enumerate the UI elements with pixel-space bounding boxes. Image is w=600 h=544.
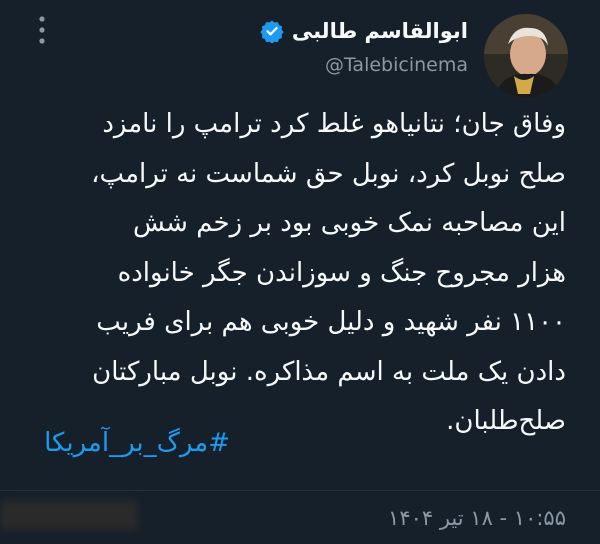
avatar[interactable] (484, 14, 568, 98)
tweet-text-line: وفاق جان؛ نتانیاهو غلط کرد ترامپ را نامز… (102, 109, 566, 139)
hashtag-link[interactable]: #مرگ_بر_آمریکا (44, 428, 230, 458)
tweet-text-line: صلح نوبل کرد، نوبل حق شماست نه ترامپ، (91, 158, 566, 189)
tweet-text-line: هزار مجروح جنگ و سوزاندن جگر خانواده (117, 257, 566, 288)
divider (0, 490, 600, 491)
author-handle[interactable]: @Talebicinema (325, 54, 468, 76)
tweet-text: وفاق جان؛ نتانیاهو غلط کرد ترامپ را نامز… (16, 100, 566, 447)
more-options-icon[interactable] (34, 14, 50, 46)
tweet-text-line: ۱۱۰۰ نفر شهید و دلیل خوبی هم برای فریب (96, 307, 566, 337)
tweet-timestamp[interactable]: ۱۰:۵۵ - ۱۸ تیر ۱۴۰۴ (388, 506, 566, 530)
display-name[interactable]: ابوالقاسم طالبی (292, 19, 468, 43)
tweet-text-line: این مصاحبه نمک خوبی بود بر زخم شش (133, 208, 566, 238)
tweet-card: ابوالقاسم طالبی @Talebicinema وفاق جان؛ … (0, 0, 600, 544)
redacted-area (0, 500, 138, 530)
verified-badge-icon (260, 19, 284, 43)
tweet-text-line: دادن یک ملت به اسم مذاکره. نوبل مبارکتان (92, 356, 566, 387)
author-name-row: ابوالقاسم طالبی (260, 16, 468, 46)
